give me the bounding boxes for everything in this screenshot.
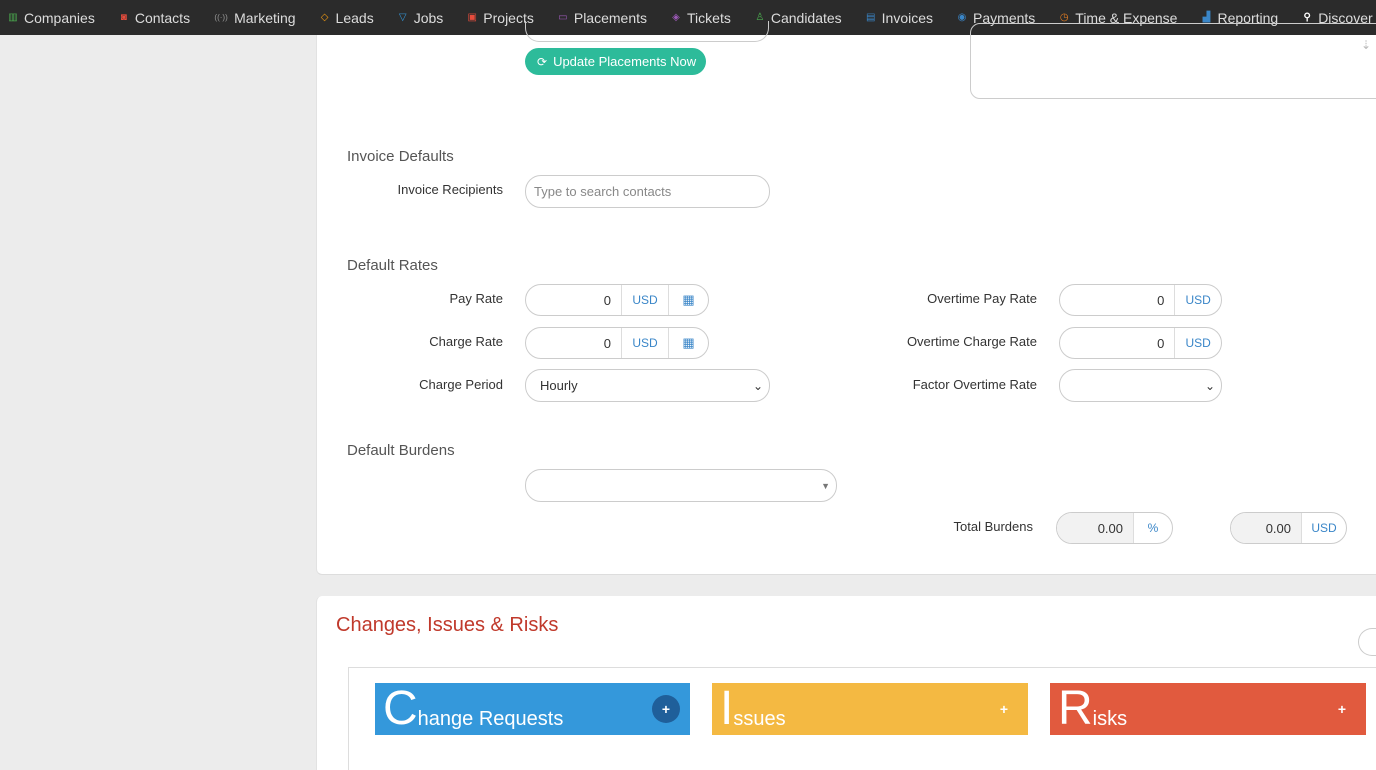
default-burdens-title: Default Burdens (347, 442, 455, 459)
nav-companies[interactable]: ▥ Companies (8, 10, 95, 26)
issues-title: ssues (733, 708, 786, 730)
risks-title: isks (1092, 708, 1128, 730)
jobs-icon: ▽ (398, 12, 407, 23)
notes-textarea[interactable]: ⇣ (970, 23, 1376, 99)
overtime-pay-rate-input[interactable]: 0 (1060, 285, 1176, 315)
change-requests-card: Change Requests + (375, 683, 690, 735)
charge-period-label: Charge Period (419, 377, 503, 392)
change-requests-title: hange Requests (417, 708, 564, 730)
percent-sign: % (1147, 521, 1159, 535)
total-burdens-label: Total Burdens (953, 519, 1034, 534)
calculator-icon[interactable]: ▦ (668, 285, 708, 315)
charge-period-select[interactable]: Hourly ⌄ (525, 369, 770, 402)
update-placements-label: Update Placements Now (553, 54, 697, 69)
total-burdens-amount: 0.00 (1231, 513, 1302, 543)
add-issue-button[interactable]: + (990, 695, 1018, 723)
overtime-charge-currency: USD (1185, 336, 1211, 350)
contacts-icon: ◙ (120, 12, 127, 23)
nav-label: Leads (335, 9, 374, 26)
payment-icon: ◉ (957, 12, 967, 23)
nav-leads[interactable]: ◇ Leads (320, 10, 374, 26)
chevron-down-icon: ⌄ (1204, 378, 1215, 393)
issues-initial: I (720, 682, 734, 735)
pay-rate-label: Pay Rate (449, 291, 503, 306)
overtime-pay-currency: USD (1185, 293, 1211, 307)
nav-label: Companies (24, 9, 95, 26)
charge-rate-input[interactable]: 0 (526, 328, 622, 358)
resize-handle-icon: ⇣ (1360, 38, 1371, 52)
nav-projects[interactable]: ▣ Projects (467, 10, 534, 26)
charge-rate-label: Charge Rate (429, 334, 503, 349)
total-burdens-amount-group: 0.00 USD (1230, 512, 1347, 544)
invoice-icon: ▤ (865, 12, 876, 23)
overtime-charge-rate-label: Overtime Charge Rate (906, 334, 1037, 349)
default-rates-title: Default Rates (347, 257, 438, 274)
factor-overtime-rate-label: Factor Overtime Rate (912, 377, 1037, 392)
add-risk-button[interactable]: + (1328, 695, 1356, 723)
pay-rate-input[interactable]: 0 (526, 285, 622, 315)
total-burdens-currency: USD (1311, 521, 1337, 535)
total-burdens-percent-group: 0.00 % (1056, 512, 1173, 544)
cutoff-input-field[interactable] (525, 21, 769, 42)
pay-rate-input-group: 0 USD ▦ (525, 284, 709, 316)
burdens-select[interactable]: ▼ (525, 469, 837, 502)
add-change-request-button[interactable]: + (652, 695, 680, 723)
risks-card: Risks + (1050, 683, 1366, 735)
total-burdens-percent: 0.00 (1057, 513, 1134, 543)
change-requests-initial: C (383, 682, 418, 735)
cir-panel: Changes, Issues & Risks Change Requests … (316, 596, 1376, 770)
calculator-icon[interactable]: ▦ (668, 328, 708, 358)
nav-label: Jobs (413, 9, 444, 26)
caret-down-icon: ▼ (821, 480, 830, 491)
cir-refresh-button[interactable] (1358, 628, 1376, 656)
invoice-recipients-input[interactable]: Type to search contacts (525, 175, 770, 208)
overtime-charge-rate-input[interactable]: 0 (1060, 328, 1176, 358)
broadcast-icon: ((·)) (214, 13, 228, 22)
issues-card: Issues + (712, 683, 1028, 735)
charge-period-value: Hourly (540, 378, 578, 393)
invoice-defaults-title: Invoice Defaults (347, 148, 454, 165)
nav-label: Invoices (881, 9, 934, 26)
clock-icon: ◷ (1059, 12, 1069, 23)
risks-initial: R (1058, 682, 1093, 735)
overtime-pay-rate-label: Overtime Pay Rate (927, 291, 1037, 306)
nav-label: Candidates (770, 9, 842, 26)
nav-label: Contacts (134, 9, 191, 26)
lead-icon: ◇ (320, 12, 329, 23)
pay-rate-currency: USD (632, 293, 658, 307)
nav-contacts[interactable]: ◙ Contacts (119, 10, 190, 26)
invoice-recipients-label: Invoice Recipients (397, 182, 504, 197)
invoice-recipients-placeholder: Type to search contacts (534, 184, 672, 199)
building-icon: ▥ (8, 12, 18, 23)
factor-overtime-rate-select[interactable]: ⌄ (1059, 369, 1222, 402)
projects-icon: ▣ (467, 12, 477, 23)
overtime-pay-rate-input-group: 0 USD (1059, 284, 1222, 316)
nav-marketing[interactable]: ((·)) Marketing (214, 10, 295, 26)
cir-title: Changes, Issues & Risks (336, 614, 559, 636)
search-icon: ⚲ (1303, 12, 1311, 23)
nav-label: Marketing (234, 9, 296, 26)
charge-rate-input-group: 0 USD ▦ (525, 327, 709, 359)
cir-container: Change Requests + Issues + Risks + (348, 667, 1376, 770)
charge-rate-currency: USD (632, 336, 658, 350)
settings-panel: ⟳ Update Placements Now ⇣ Invoice Defaul… (316, 21, 1376, 575)
nav-jobs[interactable]: ▽ Jobs (398, 9, 444, 26)
refresh-icon: ⟳ (537, 54, 548, 69)
nav-invoices[interactable]: ▤ Invoices (866, 10, 933, 26)
chevron-down-icon: ⌄ (752, 378, 763, 393)
chart-icon: ▟ (1202, 12, 1211, 23)
update-placements-button[interactable]: ⟳ Update Placements Now (525, 48, 707, 75)
overtime-charge-rate-input-group: 0 USD (1059, 327, 1222, 359)
